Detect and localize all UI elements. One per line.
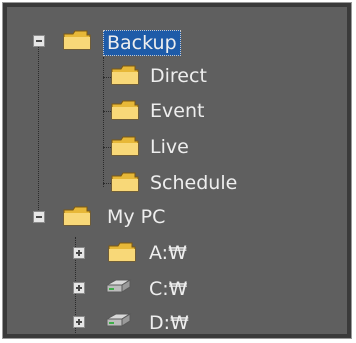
tree-connector: [38, 47, 39, 222]
tree-node-label[interactable]: Direct: [150, 64, 207, 88]
minus-box-icon[interactable]: [33, 211, 45, 223]
tree-node-label[interactable]: My PC: [107, 205, 165, 229]
tree-node-label[interactable]: Event: [150, 99, 204, 123]
tree-node-label[interactable]: Schedule: [150, 171, 237, 195]
plus-box-icon[interactable]: [73, 316, 85, 328]
drive-icon: [105, 279, 132, 293]
drive-icon: [105, 313, 132, 327]
plus-box-icon[interactable]: [73, 282, 85, 294]
minus-box-icon[interactable]: [33, 35, 45, 47]
tree-frame: Backup Direct Event Live Schedule My PC …: [2, 2, 352, 339]
tree-node-label[interactable]: Live: [150, 135, 189, 159]
folder-icon: [63, 30, 91, 50]
folder-icon: [108, 242, 136, 262]
tree-node-label[interactable]: Backup: [103, 30, 181, 56]
folder-tree-panel[interactable]: Backup Direct Event Live Schedule My PC …: [7, 7, 347, 334]
tree-node-label[interactable]: D:₩: [149, 311, 189, 334]
folder-icon: [111, 136, 139, 156]
folder-icon: [111, 172, 139, 192]
tree-node-label[interactable]: A:₩: [149, 241, 187, 265]
folder-icon: [111, 65, 139, 85]
tree-node-label[interactable]: C:₩: [149, 277, 187, 301]
folder-icon: [63, 206, 91, 226]
folder-icon: [111, 100, 139, 120]
plus-box-icon[interactable]: [73, 247, 85, 259]
